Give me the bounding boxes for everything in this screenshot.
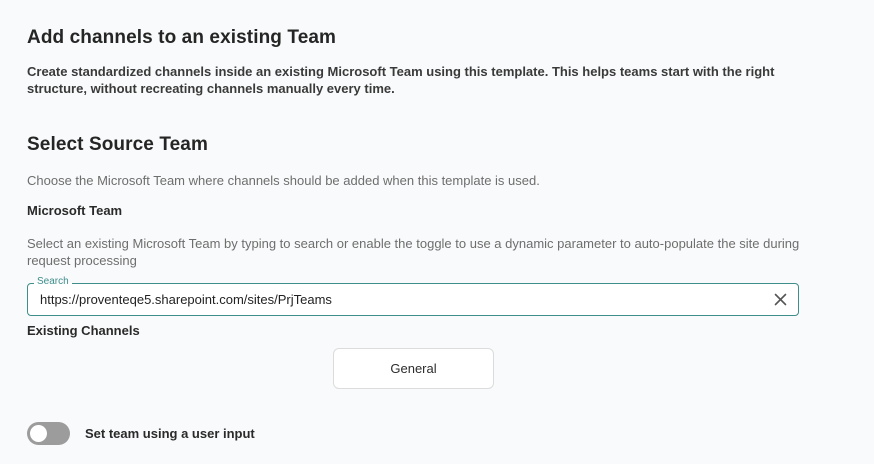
channel-chip-general: General (333, 348, 494, 389)
page-title: Add channels to an existing Team (27, 27, 337, 48)
close-icon[interactable] (773, 292, 788, 307)
microsoft-team-label: Microsoft Team (27, 203, 123, 218)
microsoft-team-help: Select an existing Microsoft Team by typ… (27, 236, 800, 268)
team-search-field[interactable]: Search (27, 276, 799, 316)
existing-channels-label: Existing Channels (27, 323, 140, 338)
section-description: Choose the Microsoft Team where channels… (27, 173, 540, 188)
user-input-toggle-label: Set team using a user input (85, 426, 255, 441)
toggle-knob (30, 425, 47, 442)
page-description: Create standardized channels inside an e… (27, 64, 775, 96)
section-title-source-team: Select Source Team (27, 134, 208, 155)
user-input-toggle[interactable] (27, 422, 70, 445)
team-search-input[interactable] (40, 284, 760, 315)
